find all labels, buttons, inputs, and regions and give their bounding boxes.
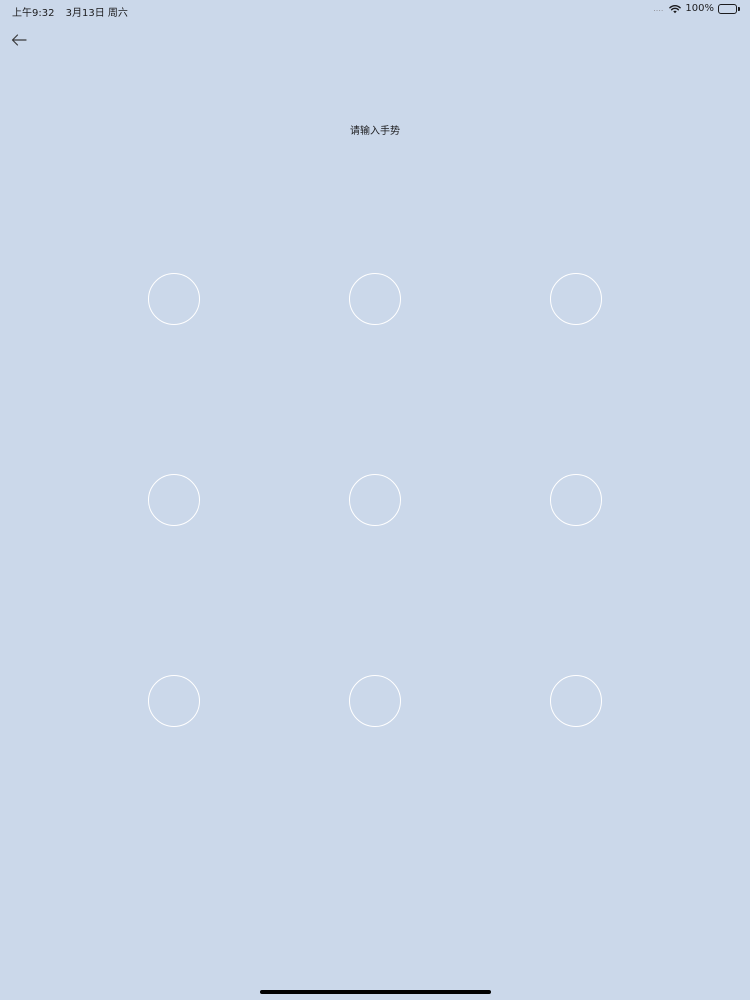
pattern-dot-9[interactable] (550, 675, 602, 727)
pattern-grid[interactable] (0, 0, 750, 1000)
pattern-dot-6[interactable] (550, 474, 602, 526)
pattern-dot-8[interactable] (349, 675, 401, 727)
pattern-dot-1[interactable] (148, 273, 200, 325)
pattern-dot-4[interactable] (148, 474, 200, 526)
pattern-dot-7[interactable] (148, 675, 200, 727)
pattern-dot-5[interactable] (349, 474, 401, 526)
pattern-dot-2[interactable] (349, 273, 401, 325)
pattern-dot-3[interactable] (550, 273, 602, 325)
home-indicator (260, 990, 491, 994)
gesture-lock-screen: 上午9:32 3月13日 周六 .... 100% 请输入手势 (0, 0, 750, 1000)
